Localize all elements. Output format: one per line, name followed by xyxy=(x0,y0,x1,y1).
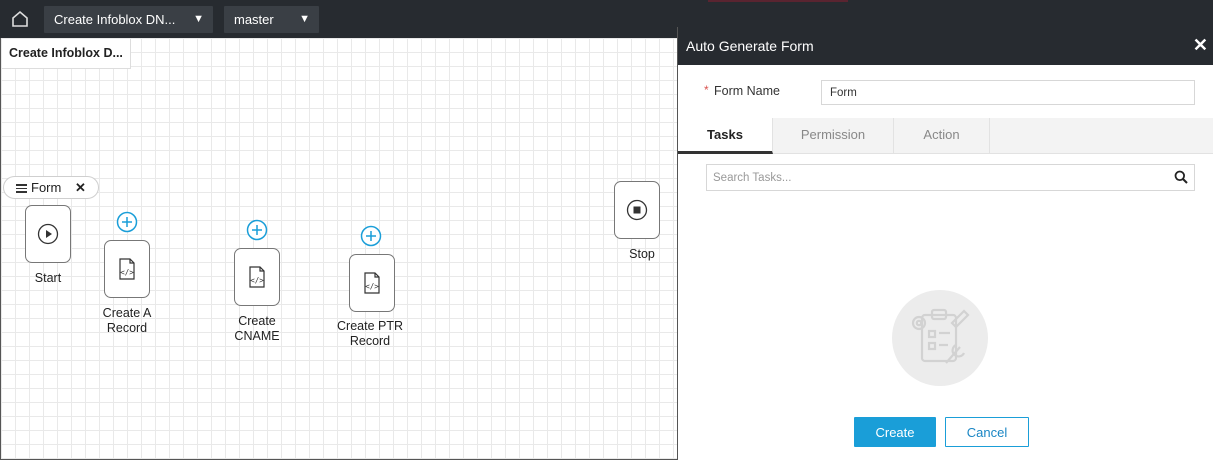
create-ptr-record-label: Create PTR Record xyxy=(325,319,415,349)
plus-circle-icon[interactable] xyxy=(246,219,268,241)
branch-select[interactable]: master ▼ xyxy=(224,6,319,33)
workflow-canvas[interactable]: Create Infoblox D... Form ✕ Start </> Cr… xyxy=(0,38,677,460)
create-button[interactable]: Create xyxy=(854,417,936,447)
home-icon[interactable] xyxy=(10,9,30,29)
start-node[interactable] xyxy=(25,205,71,263)
close-icon[interactable]: ✕ xyxy=(1193,27,1208,63)
create-ptr-record-label-line1: Create PTR xyxy=(337,319,403,333)
panel-tabs: Tasks Permission Action xyxy=(678,118,1213,154)
create-ptr-record-node[interactable]: </> xyxy=(349,254,395,312)
close-icon[interactable]: ✕ xyxy=(75,177,86,198)
workflow-select[interactable]: Create Infoblox DN... ▼ xyxy=(44,6,213,33)
svg-text:</>: </> xyxy=(365,282,379,291)
canvas-title: Create Infoblox D... xyxy=(2,39,131,69)
form-name-input[interactable] xyxy=(821,80,1195,105)
branch-select-value: master xyxy=(234,12,274,27)
tab-tasks[interactable]: Tasks xyxy=(678,118,773,154)
create-a-record-label-line1: Create A xyxy=(102,306,152,320)
create-a-record-node[interactable]: </> xyxy=(104,240,150,298)
cancel-button[interactable]: Cancel xyxy=(945,417,1029,447)
create-a-record-label-line2: Record xyxy=(106,321,148,335)
create-cname-label-line1: Create xyxy=(238,314,276,328)
search-tasks-input[interactable] xyxy=(707,165,1147,190)
plus-circle-icon[interactable] xyxy=(360,225,382,247)
stop-icon xyxy=(626,199,648,221)
code-file-icon: </> xyxy=(249,266,265,288)
create-ptr-record-label-line2: Record xyxy=(349,334,391,348)
code-file-icon: </> xyxy=(119,258,135,280)
form-chip[interactable]: Form ✕ xyxy=(3,176,99,199)
chevron-down-icon: ▼ xyxy=(193,13,204,25)
required-mark: * xyxy=(704,83,709,97)
chevron-down-icon: ▼ xyxy=(299,13,310,25)
create-cname-label: Create CNAME xyxy=(212,314,302,344)
tab-action[interactable]: Action xyxy=(894,118,990,154)
svg-text:</>: </> xyxy=(120,268,134,277)
form-chip-label: Form xyxy=(31,180,62,195)
create-a-record-label: Create A Record xyxy=(82,306,172,336)
search-icon[interactable] xyxy=(1174,170,1188,184)
panel-title: Auto Generate Form xyxy=(686,38,814,54)
clipboard-settings-icon xyxy=(892,290,988,386)
plus-circle-icon[interactable] xyxy=(116,211,138,233)
list-icon xyxy=(16,182,27,195)
tab-permission[interactable]: Permission xyxy=(773,118,894,154)
stop-node[interactable] xyxy=(614,181,660,239)
topbar-accent xyxy=(708,0,848,2)
create-cname-node[interactable]: </> xyxy=(234,248,280,306)
panel-header: Auto Generate Form ✕ xyxy=(678,27,1213,65)
start-node-label: Start xyxy=(34,271,62,285)
search-tasks-box xyxy=(706,164,1195,191)
create-cname-label-line2: CNAME xyxy=(234,329,280,343)
play-icon xyxy=(37,223,59,245)
form-name-label: Form Name xyxy=(714,84,780,98)
stop-node-label: Stop xyxy=(629,247,655,261)
auto-generate-form-panel: Auto Generate Form ✕ * Form Name Tasks P… xyxy=(677,27,1213,460)
workflow-select-value: Create Infoblox DN... xyxy=(54,12,176,27)
code-file-icon: </> xyxy=(364,272,380,294)
svg-text:</>: </> xyxy=(250,276,264,285)
